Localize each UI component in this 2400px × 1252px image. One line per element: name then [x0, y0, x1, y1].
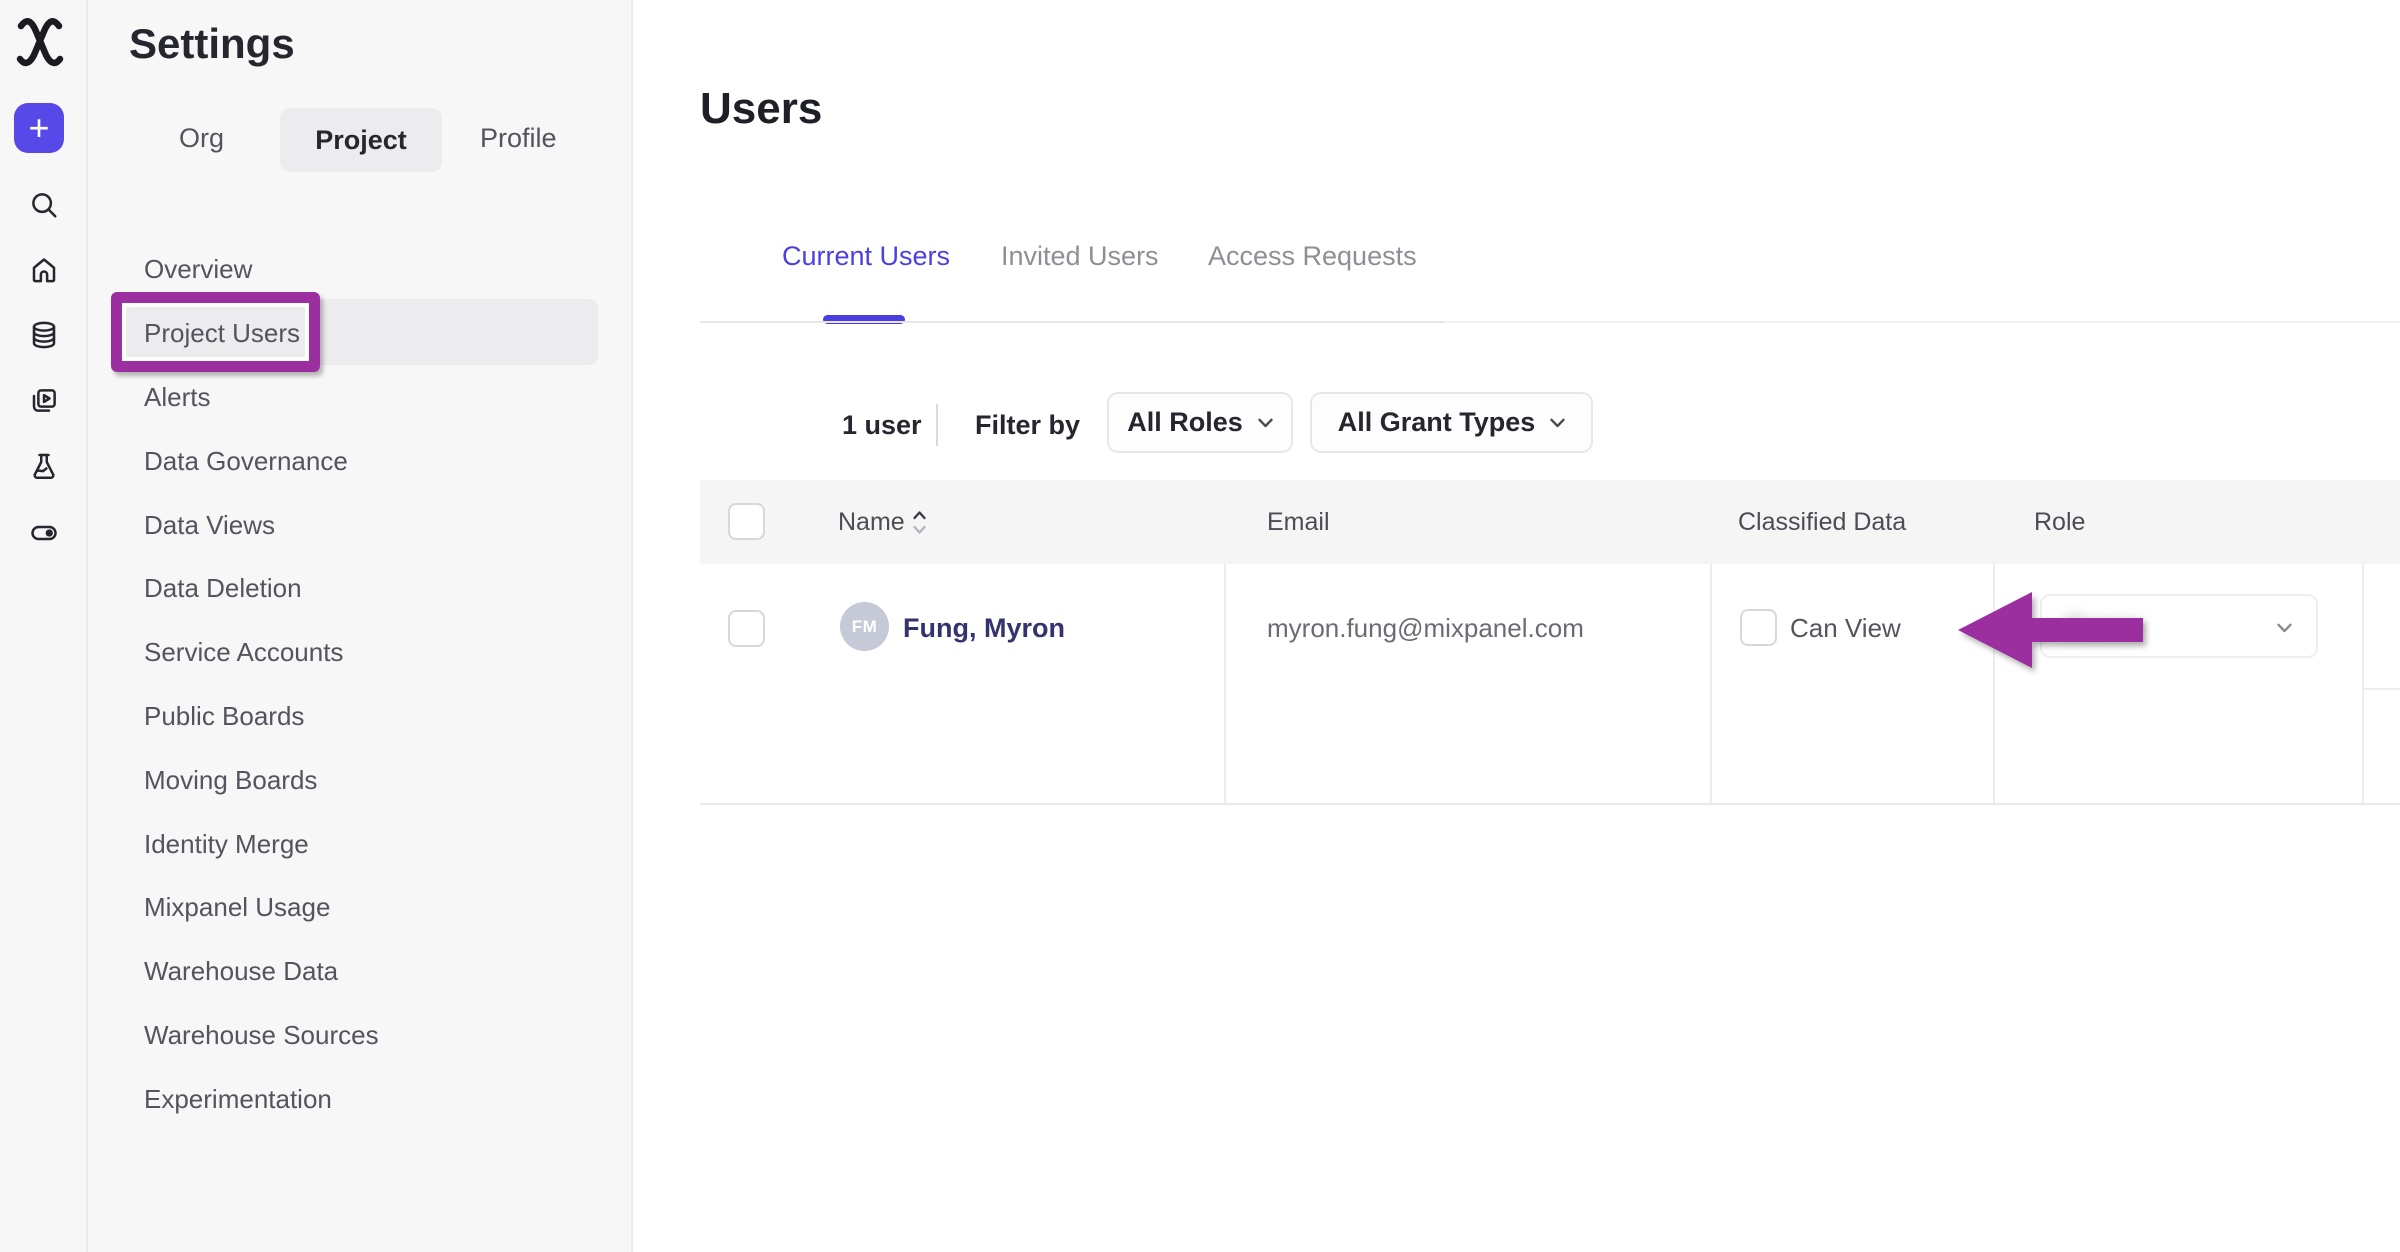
experiments-flask-icon[interactable] — [29, 451, 59, 481]
sidebar-item-data-views[interactable]: Data Views — [88, 493, 631, 557]
all-roles-dropdown[interactable]: All Roles — [1107, 392, 1293, 453]
table-row: FM Fung, Myron myron.fung@mixpanel.com C… — [700, 564, 2400, 805]
tab-access-requests[interactable]: Access Requests — [1208, 238, 1417, 274]
scope-tab-profile[interactable]: Profile — [480, 120, 557, 156]
sidebar-item-warehouse-sources[interactable]: Warehouse Sources — [88, 1004, 631, 1068]
mixpanel-settings-page: + — [0, 0, 2400, 1252]
tabs-divider-line-faint — [1445, 321, 2400, 323]
sidebar-item-identity-merge[interactable]: Identity Merge — [88, 812, 631, 876]
toggle-switch-icon[interactable] — [29, 518, 59, 548]
search-icon[interactable] — [29, 190, 59, 220]
select-all-checkbox[interactable] — [728, 503, 765, 540]
sidebar-item-public-boards[interactable]: Public Boards — [88, 685, 631, 749]
sidebar-item-overview[interactable]: Overview — [88, 238, 631, 302]
sidebar-item-project-users[interactable]: Project Users — [88, 302, 631, 366]
partial-cell-divider — [2362, 688, 2400, 690]
user-name-link[interactable]: Fung, Myron — [903, 610, 1065, 647]
avatar: FM — [840, 602, 889, 651]
tab-invited-users[interactable]: Invited Users — [1001, 238, 1159, 274]
vertical-divider — [936, 404, 938, 446]
column-header-role: Role — [2034, 480, 2085, 564]
column-header-email: Email — [1267, 480, 1330, 564]
settings-title: Settings — [129, 20, 295, 68]
sidebar-item-moving-boards[interactable]: Moving Boards — [88, 748, 631, 812]
sidebar-item-experimentation[interactable]: Experimentation — [88, 1067, 631, 1131]
sidebar-item-data-governance[interactable]: Data Governance — [88, 429, 631, 493]
classified-data-label: Can View — [1790, 610, 1901, 647]
chevron-down-icon — [1258, 418, 1273, 428]
column-header-name: Name — [838, 480, 905, 564]
boards-icon[interactable] — [29, 386, 59, 416]
create-new-button[interactable]: + — [14, 103, 64, 153]
page-title: Users — [700, 84, 822, 134]
scope-tab-org[interactable]: Org — [179, 120, 224, 156]
user-count: 1 user — [842, 406, 922, 444]
project-users-panel: Users Current Users Invited Users Access… — [633, 0, 2400, 1252]
column-divider — [1993, 564, 1995, 803]
chevron-down-icon — [1550, 418, 1565, 428]
settings-sidebar: Settings Org Project Profile Overview Pr… — [88, 0, 633, 1252]
tabs-divider-line — [700, 321, 1445, 323]
users-table-header: Name Email Classified Data Role — [700, 480, 2400, 564]
sidebar-item-warehouse-data[interactable]: Warehouse Data — [88, 940, 631, 1004]
user-email: myron.fung@mixpanel.com — [1267, 610, 1584, 647]
sidebar-item-service-accounts[interactable]: Service Accounts — [88, 621, 631, 685]
mixpanel-logo-icon[interactable] — [16, 16, 64, 68]
role-select[interactable]: Owner — [2040, 594, 2318, 658]
row-select-checkbox[interactable] — [728, 610, 765, 647]
column-divider — [1710, 564, 1712, 803]
sort-toggle-icon[interactable] — [912, 509, 927, 536]
role-value-blurred: Owner — [2064, 611, 2141, 642]
settings-menu: Overview Project Users Alerts Data Gover… — [88, 238, 631, 1131]
sidebar-item-alerts[interactable]: Alerts — [88, 366, 631, 430]
home-icon[interactable] — [29, 255, 59, 285]
scope-tab-project[interactable]: Project — [280, 108, 442, 172]
classified-data-checkbox[interactable] — [1740, 609, 1777, 646]
nav-rail: + — [0, 0, 88, 1252]
chevron-down-icon — [2277, 623, 2292, 633]
tab-current-users[interactable]: Current Users — [782, 238, 950, 274]
column-header-classified-data: Classified Data — [1738, 480, 1906, 564]
sidebar-item-mixpanel-usage[interactable]: Mixpanel Usage — [88, 876, 631, 940]
sidebar-item-data-deletion[interactable]: Data Deletion — [88, 557, 631, 621]
column-divider — [1224, 564, 1226, 803]
database-icon[interactable] — [29, 320, 59, 350]
column-divider — [2362, 564, 2364, 803]
all-grant-types-dropdown[interactable]: All Grant Types — [1310, 392, 1593, 453]
filter-by-label: Filter by — [975, 406, 1080, 444]
